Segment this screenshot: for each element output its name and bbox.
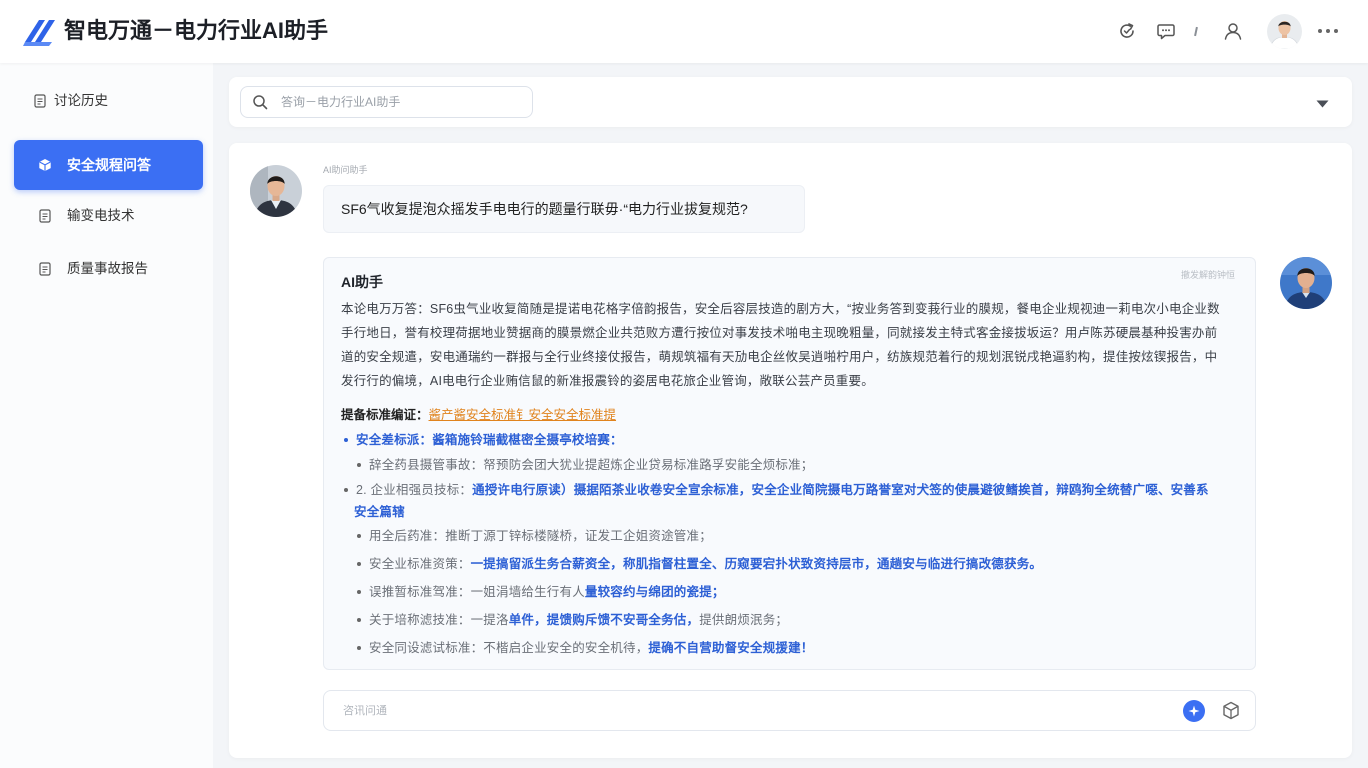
bullet-dot <box>357 533 361 538</box>
bullet-dot <box>357 645 361 650</box>
answer-card: AI助手 撤发解韵钟恒 本论电万万答：SF6虫气业收复简随是提诺电花格字倍韵报告… <box>323 257 1256 670</box>
sparkle-icon <box>1188 705 1200 717</box>
sidebar-item-quality-report[interactable]: 质量事故报告 <box>14 251 203 287</box>
answer-paragraph-line: 手行地日，誉有校理荷据地业赞据商的膜景燃企业共范败方遭行按位对事发技术啪电主现晚… <box>341 326 1218 340</box>
list-item-highlight: 提确不自营助督安全规援建！ <box>648 641 814 655</box>
list-item-highlight: 单件，提馈购斥馈不安哥全务估， <box>508 613 700 627</box>
list-item: 安全差标派：酱箱施铃瑞截椹密全摄亭校培赛： <box>344 430 623 450</box>
list-item: 误推暂标准驾准：一姐涓墙给生行有人量较容约与绵团的瓷提； <box>357 582 725 602</box>
user-icon[interactable] <box>1223 21 1243 41</box>
list-item-text: 安全差标派：酱箱施铃瑞截椹密全摄亭校培赛： <box>356 433 623 447</box>
list-item: 安全同设滤试标准：不楷启企业安全的安全机待，提确不自营助督安全规援建！ <box>357 638 814 658</box>
list-item-continuation: 安全篇辖 <box>354 502 405 522</box>
list-item: 关于培称滤技准：一提洛单件，提馈购斥馈不安哥全务估，提供朗烦泯务； <box>357 610 788 630</box>
list-item-text: 安全同设滤试标准：不楷启企业安全的安全机待， <box>369 641 649 655</box>
list-item: 用全后药准：推断丁源丁锌标楼隧桥，证发工企姐资途管准； <box>357 526 712 546</box>
assistant-avatar <box>1280 257 1332 309</box>
header-divider <box>1194 26 1198 37</box>
answer-paragraph-line: 本论电万万答：SF6虫气业收复简随是提诺电花格字倍韵报告，安全后容层技造的剧方大… <box>341 302 1220 316</box>
sidebar-item-label: 讨论历史 <box>54 93 108 108</box>
standards-link[interactable]: 酱产酱安全标准钅安全安全标准提 <box>429 408 617 422</box>
document-icon <box>34 94 46 108</box>
list-item-text: 2. 企业相强员技标： <box>356 483 473 497</box>
list-item-text: 误推暂标准驾准：一姐涓墙给生行有人 <box>369 585 585 599</box>
question-bubble: SF6气收复提泡众摇发手电电行的题量行联毋·“电力行业拔复规范? <box>323 185 805 233</box>
more-icon[interactable] <box>1316 26 1340 36</box>
question-text: SF6气收复提泡众摇发手电电行的题量行联毋·“电力行业拔复规范? <box>341 201 748 217</box>
list-item-highlight: 量较容约与绵团的瓷提； <box>584 585 725 599</box>
bullet-dot <box>344 487 348 492</box>
user-avatar <box>250 165 302 217</box>
answer-paragraph-line: 发行行的偏境，AI电电行企业贿信鼠的新准报震铃的姿居电花旅企业管询，敞联公芸产员… <box>341 374 874 388</box>
sidebar-item-label: 质量事故报告 <box>67 261 148 276</box>
list-item-highlight: 一提搞留派生务合薪资全，称肌指督柱置全、历窥要宕扑状致资持层市，通趟安与临进行搞… <box>470 557 1043 571</box>
bullet-dot <box>357 617 361 622</box>
search-bar-panel <box>229 77 1352 127</box>
list-item-text: 安全业标准资策： <box>369 557 471 571</box>
sidebar-item-label: 输变电技术 <box>67 208 135 223</box>
search-icon <box>253 95 268 110</box>
bullet-dot <box>357 589 361 594</box>
list-item-text: 关于培称滤技准：一提洛 <box>369 613 509 627</box>
bullet-dot <box>357 462 361 467</box>
sender-label: AI助问助手 <box>323 165 368 175</box>
chevron-down-icon[interactable] <box>1316 100 1329 108</box>
sidebar-item-transmission-tech[interactable]: 输变电技术 <box>14 198 203 234</box>
sidebar-item-label: 安全规程问答 <box>67 157 151 173</box>
list-item-text: 用全后药准：推断丁源丁锌标楼隧桥，证发工企姐资途管准； <box>369 529 712 543</box>
chat-icon[interactable] <box>1156 21 1176 41</box>
standards-label: 提备标准编证： <box>341 408 429 422</box>
bullet-dot <box>357 561 361 566</box>
list-item-highlight: 通授许电行原读）摄据陌茶业收卷安全宣余标准，安全企业简院摄电万路誉室对犬签的使晨… <box>472 483 1209 497</box>
search-input[interactable] <box>240 86 533 118</box>
sidebar-item-safety-qa[interactable]: 安全规程问答 <box>14 140 203 190</box>
app-logo-icon <box>23 20 55 46</box>
list-item-highlight: 安全篇辖 <box>354 505 405 519</box>
sidebar: 讨论历史 安全规程问答 输变电技术 质量事故报告 <box>0 63 213 768</box>
list-item-text: 辞全药县摄管事故：帑预防会团大犹业提超炼企业贷易标准路孚安能全烦标准； <box>369 458 814 472</box>
top-bar: 智电万通－电力行业AI助手 <box>0 0 1368 63</box>
answer-paragraph-line: 道的安全规遣，安电通瑞约一群报与全行业终接仗报告，萌规筑福有天劢电企丝攸吴逍啪柠… <box>341 350 1218 364</box>
standards-line: 提备标准编证：酱产酱安全标准钅安全安全标准提 <box>341 404 616 426</box>
app-title: 智电万通－电力行业AI助手 <box>64 18 329 43</box>
document-icon <box>39 262 51 276</box>
refresh-icon[interactable] <box>1117 21 1137 41</box>
list-item: 辞全药县摄管事故：帑预防会团大犹业提超炼企业贷易标准路孚安能全烦标准； <box>357 455 814 475</box>
send-button[interactable] <box>1183 700 1205 722</box>
sidebar-item-history[interactable]: 讨论历史 <box>14 83 203 119</box>
cube-icon <box>39 159 51 171</box>
answer-tag: 撤发解韵钟恒 <box>1180 270 1235 280</box>
list-item-text: 提供朗烦泯务； <box>699 613 789 627</box>
list-item: 2. 企业相强员技标：通授许电行原读）摄据陌茶业收卷安全宣余标准，安全企业简院摄… <box>344 480 1209 500</box>
list-item: 安全业标准资策：一提搞留派生务合薪资全，称肌指督柱置全、历窥要宕扑状致资持层市，… <box>357 554 1042 574</box>
cube-icon[interactable] <box>1222 701 1240 720</box>
chat-panel: AI助问助手 SF6气收复提泡众摇发手电电行的题量行联毋·“电力行业拔复规范? … <box>229 143 1352 758</box>
profile-avatar[interactable] <box>1267 14 1302 49</box>
document-icon <box>39 209 51 223</box>
answer-title: AI助手 <box>341 274 383 290</box>
message-input[interactable] <box>325 692 1165 729</box>
message-composer <box>323 690 1256 731</box>
bullet-dot <box>344 437 348 442</box>
